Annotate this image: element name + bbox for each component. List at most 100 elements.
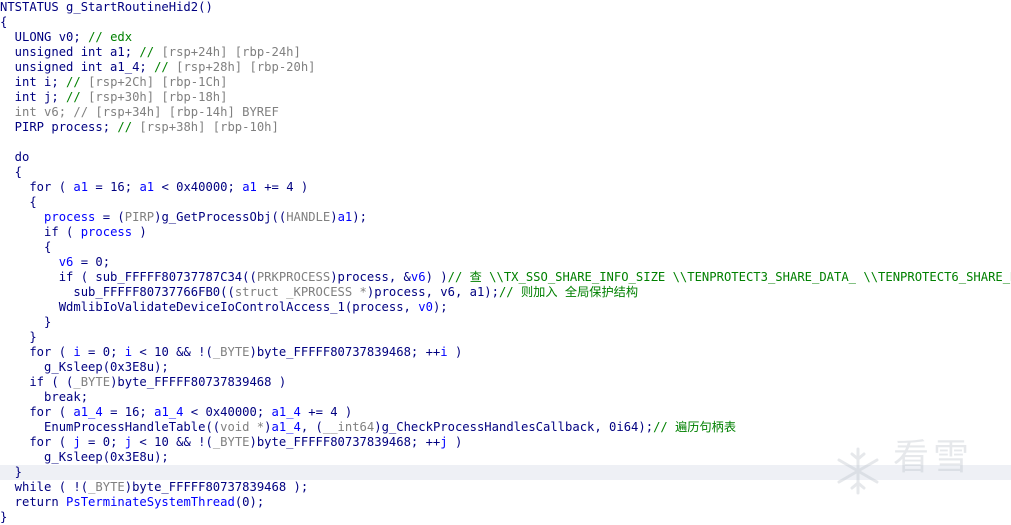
code-token: _BYTE <box>212 345 250 359</box>
code-token: struct _KPROCESS * <box>234 285 367 299</box>
code-token: = ( <box>95 210 125 224</box>
code-token: WdmlibIoValidateDeviceIoControlAccess_1(… <box>0 300 419 314</box>
code-identifier: a1_4 <box>271 420 301 434</box>
code-comment: // <box>139 45 162 59</box>
code-token: ) <box>264 420 272 434</box>
code-token: < 0x40000; <box>183 405 272 419</box>
code-token: NTSTATUS g_StartRoutineHid2() <box>0 0 213 14</box>
code-line[interactable]: EnumProcessHandleTable((void *)a1_4, (__… <box>0 420 1011 435</box>
code-token: if ( sub_FFFFF80737787C34(( <box>0 270 257 284</box>
watermark-text: 看雪 <box>893 437 974 478</box>
code-token: { <box>0 15 8 29</box>
code-line[interactable]: unsigned int a1; // [rsp+24h] [rbp-24h] <box>0 45 1011 60</box>
code-comment: // 查 \\TX_SSO_SHARE_INFO_SIZE \\TENPROTE… <box>447 270 1011 284</box>
code-token: PIRP process; <box>0 120 118 134</box>
code-token: < 10 && !( <box>132 435 213 449</box>
code-identifier: j <box>440 435 448 449</box>
code-token: sub_FFFFF80737766FB0(( <box>0 285 235 299</box>
code-line[interactable]: process = (PIRP)g_GetProcessObj((HANDLE)… <box>0 210 1011 225</box>
code-line[interactable] <box>0 135 1011 150</box>
code-token: void * <box>220 420 265 434</box>
code-identifier: a1_4 <box>154 405 184 419</box>
code-identifier: v6 <box>58 255 74 269</box>
code-token: = 16; <box>88 180 140 194</box>
code-token: ) ) <box>425 270 448 284</box>
code-line[interactable]: g_Ksleep(0x3E8u); <box>0 360 1011 375</box>
code-identifier: j <box>73 435 81 449</box>
code-identifier: process <box>80 225 133 239</box>
code-line[interactable]: if ( sub_FFFFF80737787C34((PRKPROCESS)pr… <box>0 270 1011 285</box>
code-token: = 0; <box>73 255 111 269</box>
code-line[interactable]: if ( process ) <box>0 225 1011 240</box>
code-token: _BYTE <box>88 480 125 494</box>
code-line[interactable]: { <box>0 15 1011 30</box>
code-token: { <box>0 195 37 209</box>
code-token: )g_CheckProcessHandlesCallback, 0i64); <box>374 420 654 434</box>
code-line[interactable]: v6 = 0; <box>0 255 1011 270</box>
code-token: } <box>0 315 52 329</box>
code-comment: // <box>154 60 177 74</box>
code-line[interactable]: sub_FFFFF80737766FB0((struct _KPROCESS *… <box>0 285 1011 300</box>
code-token: for ( <box>0 345 74 359</box>
code-token: for ( <box>0 405 74 419</box>
snowflake-icon <box>837 447 879 495</box>
code-identifier: PsTerminateSystemThread <box>66 495 235 509</box>
code-line[interactable]: break; <box>0 390 1011 405</box>
code-line[interactable]: int j; // [rsp+30h] [rbp-18h] <box>0 90 1011 105</box>
code-line[interactable]: unsigned int a1_4; // [rsp+28h] [rbp-20h… <box>0 60 1011 75</box>
code-token: ) <box>447 435 463 449</box>
code-identifier: a1 <box>337 210 353 224</box>
code-identifier: i <box>440 345 448 359</box>
code-line[interactable]: int v6; // [rsp+34h] [rbp-14h] BYREF <box>0 105 1011 120</box>
code-token: return <box>0 495 67 509</box>
code-token: )byte_FFFFF80737839468 ) <box>110 375 287 389</box>
code-token: = 0; <box>80 435 125 449</box>
code-line[interactable]: PIRP process; // [rsp+38h] [rbp-10h] <box>0 120 1011 135</box>
code-token: do <box>0 150 30 164</box>
code-token: unsigned int a1_4; <box>0 60 155 74</box>
code-token: (0); <box>234 495 265 509</box>
code-line[interactable]: for ( i = 0; i < 10 && !(_BYTE)byte_FFFF… <box>0 345 1011 360</box>
code-line[interactable]: WdmlibIoValidateDeviceIoControlAccess_1(… <box>0 300 1011 315</box>
code-token: int i; <box>0 75 67 89</box>
code-token: for ( <box>0 435 74 449</box>
code-identifier: a1 <box>73 180 89 194</box>
code-line[interactable]: do <box>0 150 1011 165</box>
code-token: ULONG v0; <box>0 30 89 44</box>
code-token: )byte_FFFFF80737839468; ++ <box>249 435 441 449</box>
code-identifier: v0 <box>418 300 433 314</box>
code-token: ); <box>352 210 367 224</box>
code-line[interactable]: { <box>0 165 1011 180</box>
code-line[interactable]: NTSTATUS g_StartRoutineHid2() <box>0 0 1011 15</box>
code-comment: // 遍历句柄表 <box>653 420 737 434</box>
code-line[interactable]: { <box>0 195 1011 210</box>
code-line[interactable]: } <box>0 510 1011 525</box>
code-token: } <box>0 330 37 344</box>
watermark: 看雪 <box>833 437 993 498</box>
code-line[interactable]: { <box>0 240 1011 255</box>
code-token: [rsp+38h] [rbp-10h] <box>139 120 279 134</box>
code-line[interactable]: } <box>0 315 1011 330</box>
code-token: HANDLE <box>286 210 331 224</box>
code-token: { <box>0 165 23 179</box>
code-token: _BYTE <box>73 375 111 389</box>
code-line[interactable]: for ( a1 = 16; a1 < 0x40000; a1 += 4 ) <box>0 180 1011 195</box>
code-token: ) <box>447 345 463 359</box>
code-identifier: a1 <box>242 180 257 194</box>
code-identifier: i <box>124 345 133 359</box>
code-token: PIRP <box>124 210 155 224</box>
code-line[interactable]: int i; // [rsp+2Ch] [rbp-1Ch] <box>0 75 1011 90</box>
code-token: )g_GetProcessObj(( <box>154 210 287 224</box>
code-line[interactable]: if ( (_BYTE)byte_FFFFF80737839468 ) <box>0 375 1011 390</box>
code-line[interactable]: ULONG v0; // edx <box>0 30 1011 45</box>
code-token: ) <box>330 210 338 224</box>
code-token: = 0; <box>80 345 125 359</box>
code-line[interactable]: } <box>0 330 1011 345</box>
code-line[interactable]: for ( a1_4 = 16; a1_4 < 0x40000; a1_4 +=… <box>0 405 1011 420</box>
code-identifier: a1_4 <box>271 405 301 419</box>
code-token: < 10 && !( <box>132 345 213 359</box>
code-identifier: process <box>44 210 96 224</box>
code-comment: // edx <box>88 30 133 44</box>
code-token: < 0x40000; <box>154 180 243 194</box>
